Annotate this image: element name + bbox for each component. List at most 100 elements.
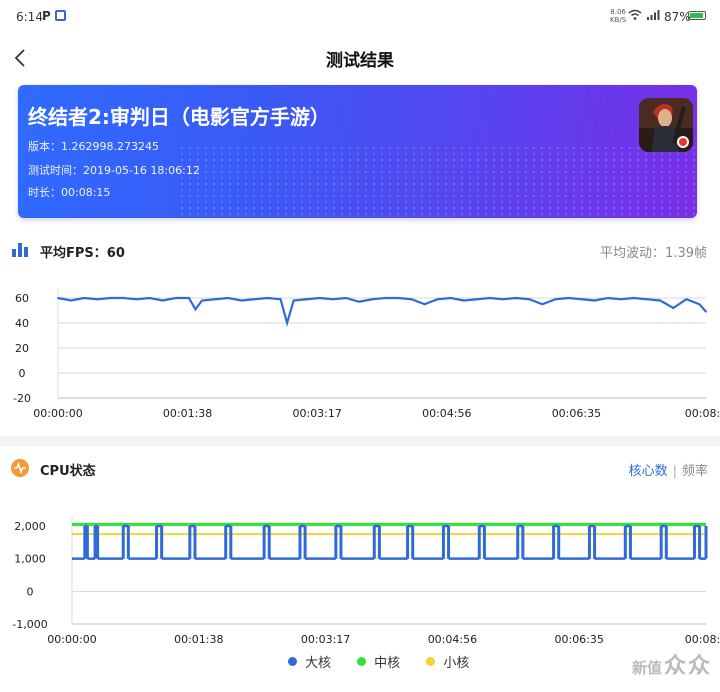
fps-point [57,297,59,299]
legend-dot [288,657,297,666]
game-title: 终结者2:审判日（电影官方手游） [28,105,330,129]
watermark-char: 众 [688,654,711,679]
fps-point [188,297,190,299]
y-tick-label: 1,000 [14,553,46,566]
fps-point [384,297,387,299]
x-tick-label: 00:06:35 [554,633,603,646]
x-tick-label: 00:08:1 [685,633,720,646]
app-badge-icon: P [42,9,51,23]
fps-point [214,298,216,301]
y-tick-label: 60 [15,292,29,305]
x-tick-label: 00:00:00 [33,407,82,420]
x-tick-label: 00:01:38 [163,407,212,420]
fps-point [135,298,138,301]
legend-label: 中核 [374,656,401,671]
fps-point [279,298,282,301]
fps-point [423,303,426,306]
x-tick-label: 00:04:56 [422,407,471,420]
fps-point [201,299,203,302]
fps-point [502,298,504,301]
game-app-icon [639,98,693,152]
fps-point [286,322,288,324]
fps-point [593,299,596,302]
y-tick-label: 0 [27,585,34,598]
legend-label: 小核 [443,656,470,671]
signal-icon [647,10,660,20]
fps-point [96,298,99,301]
fps-point [345,297,347,299]
fps-point [567,297,570,299]
page-title: 测试结果 [326,51,394,71]
watermark-char: 众 [664,654,687,679]
fps-point [292,299,295,302]
legend-label: 大核 [305,656,332,671]
battery-icon [688,11,706,20]
fps-point [410,298,413,301]
legend-dot [357,657,367,666]
game-duration: 时长：00:08:15 [28,186,111,199]
fps-point [358,300,360,303]
watermark: 新值众众 [632,648,710,680]
fps-series-line [57,296,707,328]
cpu-chart: 2,000 1,000 0 -1,00000:00:00 00:01:38 00:03:1… [12,516,720,646]
fps-point [305,298,308,301]
fps-point [606,297,609,299]
fps-point [122,297,125,299]
cpu-section: CPU状态 核心数 | 频率 2,000 1,000 0 -1,000 00:00:00 00… [0,446,720,692]
fps-point [397,297,400,299]
fps-point [672,307,675,309]
fps-point [227,297,230,299]
net-speed: 8.06 KB/S [610,8,626,24]
x-tick-label: 00:04:56 [428,633,477,646]
net-speed-unit: KB/S [610,16,627,24]
cpu-legend: 大核 中核 小核 [288,652,491,671]
title-bar: 测试结果 [0,36,720,80]
fps-point [253,298,256,301]
fps-point [580,298,583,301]
watermark-char: 值 [647,659,663,677]
x-tick-label: 00:01:38 [174,633,223,646]
fps-point [332,298,334,301]
fps-chart: 60 40 20 0 -2000:00:00 00:01:38 00:03:17 00:04:… [13,288,720,420]
card-decoration [178,145,697,218]
fps-point [528,298,531,301]
legend-big-core: 大核 [288,652,331,671]
y-tick-label: -20 [13,392,31,405]
fps-section: 平均FPS：60 平均波动：1.39帧 60 40 20 0 -20 00:00:00 00… [0,228,720,436]
y-tick-label: 0 [19,367,26,380]
fps-point [659,299,662,302]
game-info-card: 终结者2:审判日（电影官方手游） 版本：1.262998.273245 测试时间… [18,85,697,218]
fps-point [646,298,648,301]
watermark-char: 新 [632,659,648,677]
fps-point [83,297,86,299]
fps-point [436,298,439,301]
fps-point [554,298,557,301]
fps-point [541,303,544,306]
fps-point [515,297,518,299]
fps-point [70,299,72,302]
fps-point [266,297,269,299]
fps-point [109,297,112,299]
fps-point [620,298,622,301]
x-tick-label: 00:03:17 [292,407,341,420]
notification-icon [55,10,66,21]
game-test-time: 测试时间：2019-05-16 18:06:12 [28,164,200,177]
fps-point [698,303,701,306]
x-tick-label: 00:06:35 [552,407,601,420]
fps-point [318,297,321,299]
fps-point [705,310,707,313]
fps-point [161,299,164,302]
y-tick-label: 40 [15,317,29,330]
fps-point [240,299,243,302]
x-tick-label: 00:03:17 [301,633,350,646]
legend-mid-core: 中核 [357,652,400,671]
fps-point [476,298,478,301]
status-bar: 6:14 P 8.06 KB/S 87% [0,0,720,36]
fps-point [449,297,452,299]
y-tick-label: 2,000 [14,520,46,533]
clock: 6:14 [16,10,43,24]
legend-dot [426,657,436,666]
x-tick-label: 00:00:00 [47,633,96,646]
fps-point [685,298,688,301]
fps-point [462,299,465,302]
